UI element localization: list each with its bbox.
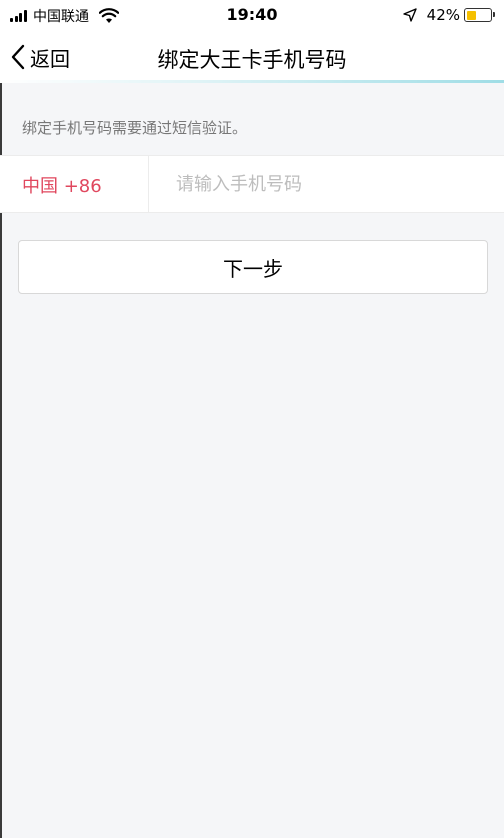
sms-verification-hint: 绑定手机号码需要通过短信验证。 [22,119,248,137]
status-right: 42% [402,6,495,24]
battery-icon [464,8,495,22]
page-title: 绑定大王卡手机号码 [157,48,347,72]
window-edge [0,0,2,838]
navigation-bar: 返回 绑定大王卡手机号码 [0,32,504,82]
location-icon [402,8,417,22]
status-bar: 中国联通 19:40 42% [0,0,504,32]
battery-percent: 42% [426,6,460,24]
row-divider [148,156,149,212]
battery-fill [466,10,477,20]
country-code-selector[interactable]: 中国 +86 [22,172,102,198]
next-step-button[interactable]: 下一步 [18,240,488,294]
nav-underline [0,80,504,83]
phone-number-input[interactable] [176,166,486,202]
phone-number-row: 中国 +86 [0,155,504,213]
